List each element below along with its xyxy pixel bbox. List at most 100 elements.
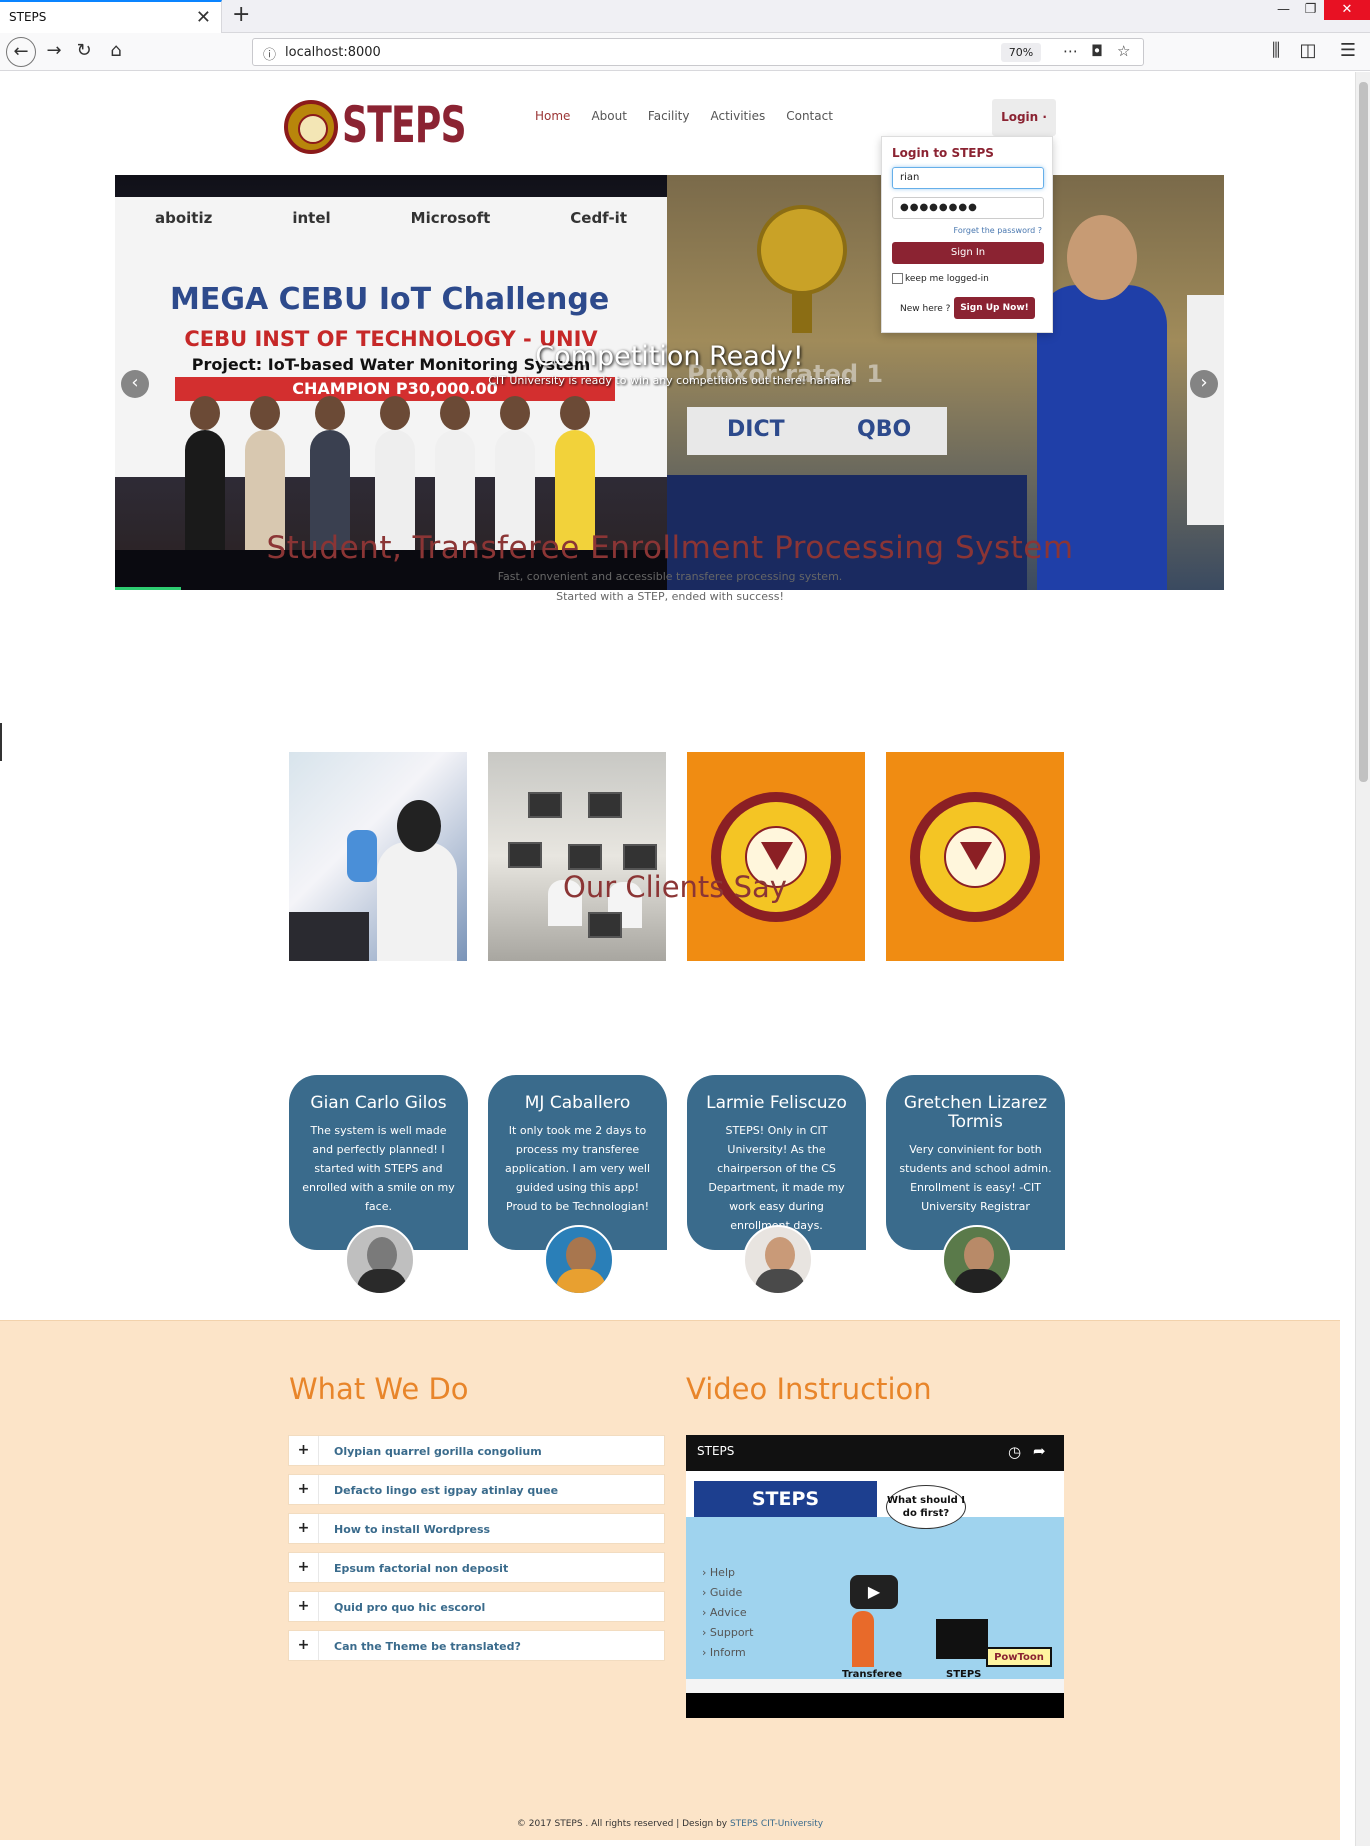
accordion-label: How to install Wordpress <box>334 1523 491 1536</box>
main-nav: Home About Facility Activities Contact <box>535 109 833 123</box>
page-actions-icon[interactable]: ⋯ <box>1063 42 1078 60</box>
gallery-tile-lab[interactable] <box>289 752 467 961</box>
sponsor-logo: aboitiz <box>155 209 213 227</box>
accordion-item[interactable]: + Quid pro quo hic escorol <box>288 1591 665 1622</box>
password-input[interactable]: ●●●●●●●● <box>892 197 1044 219</box>
browser-tab[interactable]: STEPS ✕ <box>0 0 222 33</box>
intro-title: Student, Transferee Enrollment Processin… <box>266 530 1074 566</box>
testimonial-text: STEPS! Only in CIT University! As the ch… <box>708 1124 845 1232</box>
avatar <box>942 1225 1012 1295</box>
info-icon[interactable]: ⓘ <box>263 44 276 63</box>
testimonial-card: MJ Caballero It only took me 2 days to p… <box>488 1075 667 1295</box>
new-tab-icon[interactable]: + <box>232 2 250 27</box>
plus-icon[interactable]: + <box>289 1631 319 1660</box>
testimonial-card: Larmie Feliscuzo STEPS! Only in CIT Univ… <box>687 1075 866 1295</box>
logo-seal-icon <box>284 100 338 154</box>
video-player-title[interactable]: STEPS <box>697 1444 734 1458</box>
video-player[interactable]: STEPS ◷ ➦ STEPS What should I do first? … <box>686 1435 1064 1718</box>
window-close-icon[interactable]: ✕ <box>1324 0 1370 20</box>
home-icon[interactable]: ⌂ <box>104 40 128 61</box>
plus-icon[interactable]: + <box>289 1553 319 1582</box>
scrollbar-thumb[interactable] <box>1359 82 1368 782</box>
slider-prev-icon[interactable]: ‹ <box>121 370 149 398</box>
pocket-icon[interactable]: ◘ <box>1091 42 1103 60</box>
plus-icon[interactable]: + <box>289 1592 319 1621</box>
accordion-label: Olypian quarrel gorilla congolium <box>334 1445 542 1458</box>
sign-in-button[interactable]: Sign In <box>892 242 1044 264</box>
watch-later-icon[interactable]: ◷ <box>1008 1443 1021 1461</box>
login-dropdown-button[interactable]: Login · <box>992 99 1056 136</box>
gallery-tile-computer-lab[interactable] <box>488 752 666 961</box>
close-tab-icon[interactable]: ✕ <box>196 7 211 28</box>
video-ribbon: STEPS <box>694 1481 877 1517</box>
slide-subtext: CIT University is ready to win any compe… <box>488 374 851 387</box>
sidebar-icon[interactable]: ◫ <box>1296 40 1320 61</box>
library-icon[interactable]: ⫼ <box>1264 40 1288 61</box>
share-icon[interactable]: ➦ <box>1033 1442 1046 1460</box>
sponsor-logo: intel <box>292 209 331 227</box>
zoom-badge[interactable]: 70% <box>1001 43 1041 62</box>
accordion-item[interactable]: + Olypian quarrel gorilla congolium <box>288 1435 665 1466</box>
plus-icon[interactable]: + <box>289 1436 319 1465</box>
gallery-tile-seal[interactable] <box>886 752 1064 961</box>
accordion-label: Epsum factorial non deposit <box>334 1562 509 1575</box>
avatar <box>544 1225 614 1295</box>
accordion-item[interactable]: + How to install Wordpress <box>288 1513 665 1544</box>
video-menu-item: › Advice <box>702 1606 747 1619</box>
back-icon[interactable]: ← <box>6 37 36 67</box>
forward-icon[interactable]: → <box>42 40 66 61</box>
site-logo[interactable]: STEPS <box>284 96 484 156</box>
keep-logged-in[interactable]: keep me logged-in <box>892 273 989 284</box>
nav-activities[interactable]: Activities <box>710 109 765 123</box>
browser-toolbar: ← → ↻ ⌂ ⓘ localhost:8000 70% ⋯ ◘ ☆ ⫼ ◫ ☰ <box>0 33 1370 71</box>
keep-logged-in-checkbox[interactable] <box>892 273 903 284</box>
video-menu-item: › Help <box>702 1566 735 1579</box>
accordion-item[interactable]: + Defacto lingo est igpay atinlay quee <box>288 1474 665 1505</box>
banner-iot-title: MEGA CEBU IoT Challenge <box>170 282 610 317</box>
video-menu-item: › Inform <box>702 1646 746 1659</box>
avatar <box>345 1225 415 1295</box>
footer-link[interactable]: STEPS CIT-University <box>730 1819 823 1829</box>
video-menu-item: › Guide <box>702 1586 743 1599</box>
page-scrollbar[interactable] <box>1355 72 1370 1846</box>
testimonial-name: MJ Caballero <box>524 1093 631 1113</box>
slide-caption: Competition Ready! CIT University is rea… <box>115 341 1224 387</box>
plus-icon[interactable]: + <box>289 1514 319 1543</box>
page-viewport: STEPS Home About Facility Activities Con… <box>0 72 1355 1846</box>
nav-facility[interactable]: Facility <box>648 109 690 123</box>
testimonial-text: Very convinient for both students and sc… <box>899 1143 1052 1213</box>
bookmark-star-icon[interactable]: ☆ <box>1117 42 1130 60</box>
nav-home[interactable]: Home <box>535 109 570 123</box>
login-dropdown: Login to STEPS rian ●●●●●●●● Forget the … <box>881 136 1053 333</box>
accordion-label: Defacto lingo est igpay atinlay quee <box>334 1484 559 1497</box>
gallery-tile-seal[interactable] <box>687 752 865 961</box>
avatar <box>743 1225 813 1295</box>
minimize-icon[interactable]: — <box>1270 0 1297 20</box>
nav-about[interactable]: About <box>591 109 626 123</box>
forgot-password-link[interactable]: Forget the password ? <box>954 226 1042 235</box>
sign-up-button[interactable]: Sign Up Now! <box>954 297 1035 319</box>
menu-icon[interactable]: ☰ <box>1336 40 1360 61</box>
nav-contact[interactable]: Contact <box>786 109 833 123</box>
browser-tab-title: STEPS <box>9 10 47 24</box>
video-thumbnail[interactable]: STEPS What should I do first? › Help › G… <box>686 1471 1064 1680</box>
video-title-bar: STEPS ◷ ➦ <box>686 1435 1064 1471</box>
play-icon[interactable]: ▶ <box>850 1575 898 1609</box>
left-edge-marker <box>0 723 2 761</box>
url-bar[interactable]: ⓘ localhost:8000 70% ⋯ ◘ ☆ <box>252 38 1144 66</box>
slider-next-icon[interactable]: › <box>1190 370 1218 398</box>
accordion-item[interactable]: + Can the Theme be translated? <box>288 1630 665 1661</box>
accordion-label: Can the Theme be translated? <box>334 1640 521 1653</box>
accordion-item[interactable]: + Epsum factorial non deposit <box>288 1552 665 1583</box>
maximize-icon[interactable]: ❐ <box>1297 0 1324 20</box>
partner-logo: DICT <box>727 417 785 442</box>
powtoon-badge: PowToon <box>986 1647 1052 1667</box>
window-controls: — ❐ ✕ <box>1270 0 1370 22</box>
trophy-image <box>707 185 897 345</box>
slide-heading: Competition Ready! <box>535 341 804 372</box>
testimonial-card: Gian Carlo Gilos The system is well made… <box>289 1075 468 1295</box>
plus-icon[interactable]: + <box>289 1475 319 1504</box>
reload-icon[interactable]: ↻ <box>72 40 96 61</box>
username-input[interactable]: rian <box>892 167 1044 189</box>
video-menu-list: › Help › Guide › Advice › Support › Info… <box>702 1563 753 1663</box>
